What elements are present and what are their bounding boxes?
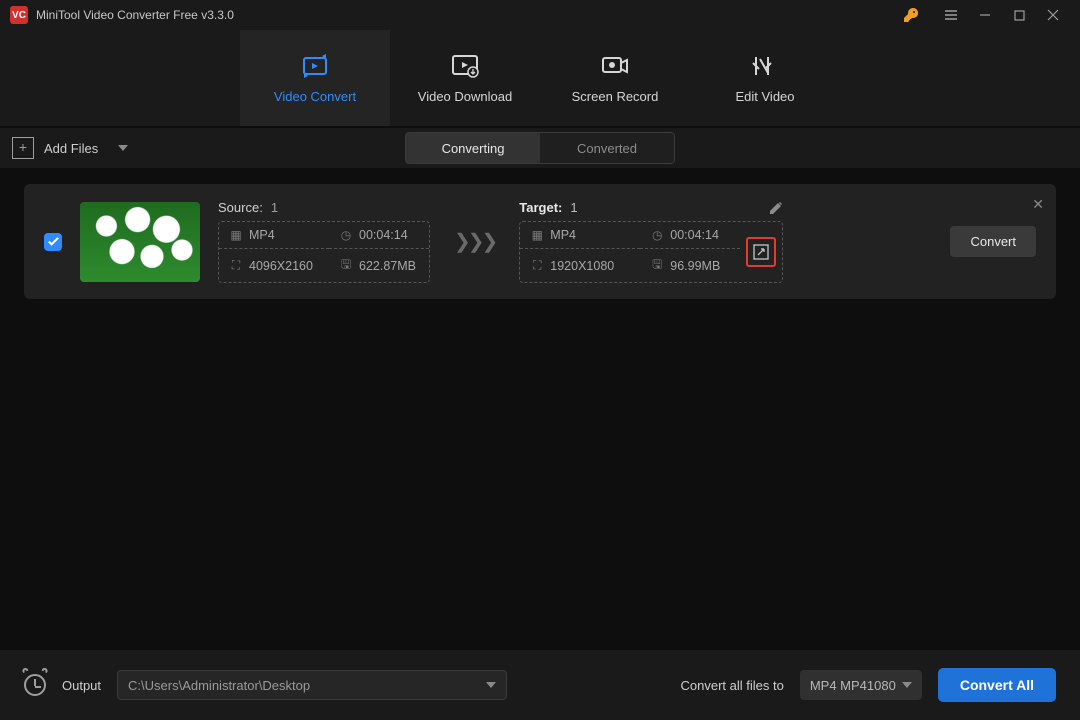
target-settings-button[interactable] — [746, 237, 776, 267]
output-path: C:\Users\Administrator\Desktop — [128, 678, 310, 693]
tab-converted[interactable]: Converted — [540, 133, 674, 163]
file-list: Source: 1 ▦ MP4 ◷ 00:04:14 ⛶ 4096X2160 🖫 622… — [0, 168, 1080, 315]
minimize-button[interactable] — [968, 0, 1002, 30]
filter-tabs: Converting Converted — [405, 132, 675, 164]
format-icon: ▦ — [229, 228, 243, 242]
resolution-icon: ⛶ — [229, 258, 243, 273]
tab-label: Edit Video — [735, 89, 794, 104]
close-button[interactable] — [1036, 0, 1070, 30]
record-icon — [600, 53, 630, 79]
file-checkbox[interactable] — [44, 233, 62, 251]
convert-all-button[interactable]: Convert All — [938, 668, 1056, 702]
target-size: 96.99MB — [670, 259, 720, 273]
size-icon: 🖫 — [339, 255, 353, 276]
tab-video-convert[interactable]: Video Convert — [240, 30, 390, 126]
title-bar: VC MiniTool Video Converter Free v3.3.0 — [0, 0, 1080, 30]
key-icon[interactable] — [894, 0, 928, 30]
source-format: MP4 — [249, 228, 275, 242]
tab-label: Video Download — [418, 89, 512, 104]
hamburger-menu-icon[interactable] — [934, 0, 968, 30]
output-path-select[interactable]: C:\Users\Administrator\Desktop — [117, 670, 507, 700]
target-info: Target: 1 ▦ MP4 ◷ 00:04:14 ⛶ 1920X1080 🖫 96.… — [519, 200, 783, 283]
size-icon: 🖫 — [650, 255, 664, 276]
add-icon — [12, 137, 34, 159]
tab-label: Video Convert — [274, 89, 356, 104]
convert-all-to-label: Convert all files to — [681, 678, 784, 693]
format-preset-select[interactable]: MP4 MP41080 — [800, 670, 922, 700]
tab-converting[interactable]: Converting — [406, 133, 540, 163]
tab-screen-record[interactable]: Screen Record — [540, 30, 690, 126]
tab-label: Screen Record — [572, 89, 659, 104]
download-icon — [450, 53, 480, 79]
maximize-button[interactable] — [1002, 0, 1036, 30]
output-label: Output — [62, 678, 101, 693]
remove-file-button[interactable]: ✕ — [1032, 196, 1044, 213]
target-format: MP4 — [550, 228, 576, 242]
add-files-button[interactable]: Add Files — [12, 137, 128, 159]
source-label: Source: — [218, 200, 263, 215]
convert-button[interactable]: Convert — [950, 226, 1036, 257]
arrow-icon: ❯❯❯ — [448, 229, 501, 254]
target-count: 1 — [570, 200, 577, 215]
source-info: Source: 1 ▦ MP4 ◷ 00:04:14 ⛶ 4096X2160 🖫 622… — [218, 200, 430, 283]
resolution-icon: ⛶ — [530, 258, 544, 273]
tab-edit-video[interactable]: Edit Video — [690, 30, 840, 126]
source-count: 1 — [271, 200, 278, 215]
target-resolution: 1920X1080 — [550, 259, 614, 273]
source-resolution: 4096X2160 — [249, 259, 313, 273]
footer-bar: Output C:\Users\Administrator\Desktop Co… — [0, 650, 1080, 720]
format-icon: ▦ — [530, 228, 544, 242]
format-preset-value: MP4 MP41080 — [810, 678, 896, 693]
app-logo-icon: VC — [10, 6, 28, 24]
tab-video-download[interactable]: Video Download — [390, 30, 540, 126]
sub-toolbar: Add Files Converting Converted — [0, 128, 1080, 168]
edit-video-icon — [750, 53, 780, 79]
app-title: MiniTool Video Converter Free v3.3.0 — [36, 8, 234, 22]
edit-icon[interactable] — [769, 201, 783, 215]
main-tabs: Video Convert Video Download Screen Reco… — [0, 30, 1080, 126]
source-size: 622.87MB — [359, 259, 416, 273]
clock-icon: ◷ — [339, 228, 353, 242]
target-duration: 00:04:14 — [670, 228, 719, 242]
target-label: Target: — [519, 200, 562, 215]
add-files-label: Add Files — [44, 141, 98, 156]
schedule-icon[interactable] — [24, 674, 46, 696]
chevron-down-icon — [118, 145, 128, 151]
file-item: Source: 1 ▦ MP4 ◷ 00:04:14 ⛶ 4096X2160 🖫 622… — [24, 184, 1056, 299]
clock-icon: ◷ — [650, 228, 664, 242]
convert-icon — [300, 53, 330, 79]
video-thumbnail[interactable] — [80, 202, 200, 282]
source-duration: 00:04:14 — [359, 228, 408, 242]
chevron-down-icon — [486, 682, 496, 688]
chevron-down-icon — [902, 682, 912, 688]
